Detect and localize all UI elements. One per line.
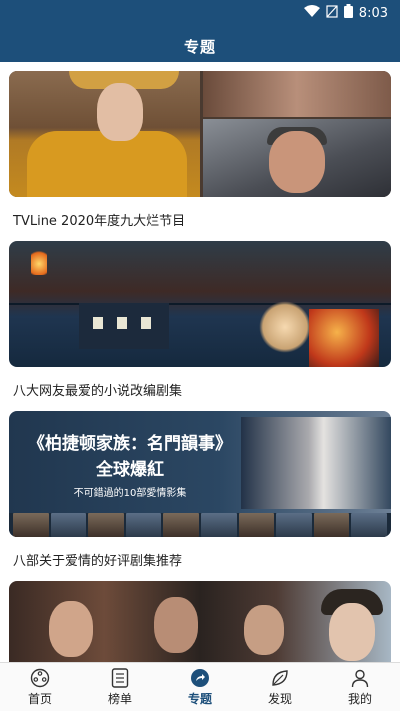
cover-banner-subtitle: 全球爆紅	[96, 460, 164, 480]
status-time: 8:03	[358, 5, 388, 21]
battery-icon	[343, 4, 353, 22]
page-title: 专题	[183, 38, 216, 56]
wifi-icon	[303, 4, 320, 22]
topic-card[interactable]	[9, 581, 391, 662]
topic-list[interactable]: TVLine 2020年度九大烂节目 八大网友最爱的小说改编剧集 《柏捷顿家族：…	[0, 62, 400, 662]
leaf-icon	[269, 668, 291, 688]
tab-discover[interactable]: 发现	[240, 663, 320, 711]
tab-ranking[interactable]: 榜单	[80, 663, 160, 711]
film-reel-icon	[29, 668, 51, 688]
tab-home-label: 首页	[27, 691, 52, 706]
list-icon	[109, 667, 131, 688]
person-icon	[349, 668, 371, 688]
topic-title[interactable]: 八大网友最爱的小说改编剧集	[13, 380, 182, 399]
bottom-nav: 首页 榜单 专题 发现 我的	[0, 662, 400, 711]
topic-title[interactable]: TVLine 2020年度九大烂节目	[13, 210, 185, 229]
topic-cover-image[interactable]	[9, 241, 391, 367]
topic-card[interactable]: 《柏捷顿家族：名門韻事》 全球爆紅 不可錯過的10部愛情影集	[9, 411, 391, 537]
cover-banner-caption: 不可錯過的10部愛情影集	[73, 488, 187, 499]
tab-topics-label: 专题	[187, 691, 212, 706]
tab-topics[interactable]: 专题	[160, 663, 240, 711]
tab-home[interactable]: 首页	[0, 663, 80, 711]
topic-cover-image[interactable]	[9, 581, 391, 662]
tab-profile[interactable]: 我的	[320, 663, 400, 711]
signal-icon	[326, 4, 338, 22]
share-icon	[189, 668, 211, 688]
tab-ranking-label: 榜单	[107, 691, 132, 706]
topic-cover-image[interactable]: 《柏捷顿家族：名門韻事》 全球爆紅 不可錯過的10部愛情影集	[9, 411, 391, 537]
cover-banner-title: 《柏捷顿家族：名門韻事》	[28, 434, 232, 454]
topic-card[interactable]	[9, 241, 391, 367]
app-header: 8:03 专题	[0, 0, 400, 62]
topic-title[interactable]: 八部关于爱情的好评剧集推荐	[13, 550, 182, 569]
status-bar: 8:03	[0, 0, 400, 26]
topic-cover-image[interactable]	[9, 71, 391, 197]
tab-discover-label: 发现	[267, 691, 292, 706]
tab-profile-label: 我的	[347, 691, 372, 706]
topic-card[interactable]	[9, 71, 391, 197]
